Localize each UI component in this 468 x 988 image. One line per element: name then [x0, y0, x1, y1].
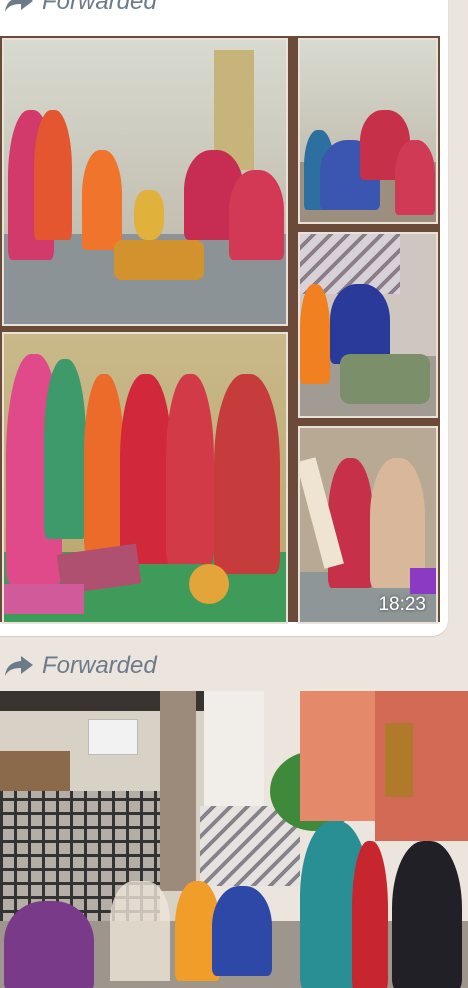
- message-bubble[interactable]: Forwarded: [0, 0, 448, 636]
- forward-arrow-icon: [4, 654, 34, 678]
- forwarded-header: Forwarded: [4, 0, 157, 16]
- forwarded-header: Forwarded: [4, 652, 157, 680]
- collage-photo-2[interactable]: [298, 38, 438, 224]
- collage-photo-3[interactable]: [298, 232, 438, 418]
- forwarded-label: Forwarded: [42, 652, 157, 679]
- collage-photo-5[interactable]: [2, 332, 288, 624]
- forwarded-label: Forwarded: [42, 0, 157, 15]
- collage-photo-4[interactable]: 18:23: [298, 426, 438, 624]
- forward-arrow-icon: [4, 0, 34, 14]
- message-timestamp: 18:23: [378, 594, 426, 615]
- message-photo[interactable]: [0, 691, 468, 988]
- photo-collage[interactable]: 18:23: [0, 36, 440, 624]
- collage-photo-1[interactable]: [2, 38, 288, 326]
- message-bubble[interactable]: Forwarded: [0, 648, 468, 988]
